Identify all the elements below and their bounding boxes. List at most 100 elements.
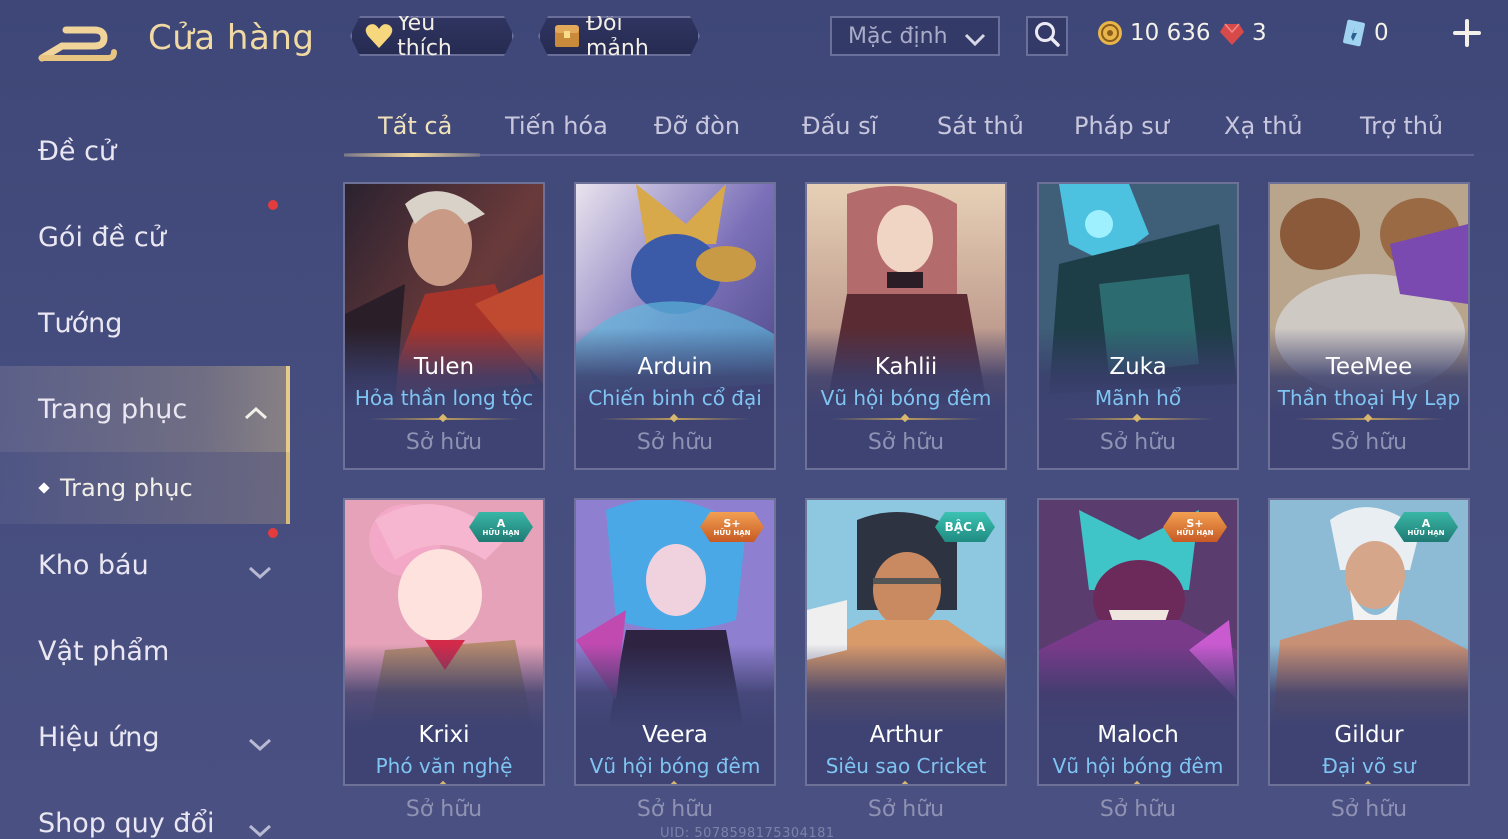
sort-value: Mặc định bbox=[848, 23, 948, 49]
card-divider bbox=[600, 418, 750, 420]
hero-name: Kahlii bbox=[874, 354, 938, 380]
voucher-card-icon bbox=[1340, 19, 1368, 47]
skin-name: Vũ hội bóng đêm bbox=[1052, 754, 1224, 778]
owned-status: Sở hữu bbox=[405, 430, 483, 455]
sidebar-item-effects[interactable]: Hiệu ứng bbox=[0, 694, 290, 780]
hero-name: Veera bbox=[642, 722, 708, 748]
page-title: Cửa hàng bbox=[148, 18, 315, 58]
search-button[interactable] bbox=[1026, 16, 1068, 56]
ruby-amount: 3 bbox=[1252, 20, 1267, 46]
skin-name: Vũ hội bóng đêm bbox=[820, 386, 992, 410]
card-divider bbox=[1063, 785, 1213, 786]
sidebar-item-label: Tướng bbox=[38, 307, 123, 339]
chevron-down-icon bbox=[248, 556, 272, 587]
rank-badge: BẬC A bbox=[935, 512, 995, 542]
hero-name: Maloch bbox=[1097, 722, 1179, 748]
gold-coin-icon bbox=[1096, 19, 1124, 47]
skin-card[interactable]: A HỮU HẠN Krixi Phó văn nghệ bbox=[343, 498, 545, 786]
hero-name: Arduin bbox=[637, 354, 713, 380]
sidebar-item-bundles[interactable]: Gói đề cử bbox=[0, 194, 290, 280]
card-divider bbox=[1063, 418, 1213, 420]
skin-name: Mãnh hổ bbox=[1094, 386, 1182, 410]
sidebar: Đề cử Gói đề cử Tướng Trang phục Trang p… bbox=[0, 100, 292, 839]
sidebar-item-label: Kho báu bbox=[38, 549, 149, 581]
tab-evolution[interactable]: Tiến hóa bbox=[505, 112, 608, 140]
owned-status: Sở hữu bbox=[1330, 430, 1408, 455]
skin-name: Chiến binh cổ đại bbox=[588, 386, 762, 410]
heart-icon bbox=[364, 21, 393, 51]
sidebar-subitem-label: Trang phục bbox=[60, 474, 193, 502]
tab-assassin[interactable]: Sát thủ bbox=[937, 112, 1024, 140]
sidebar-item-skins[interactable]: Trang phục bbox=[0, 366, 290, 452]
favorites-button[interactable]: Yêu thích bbox=[350, 16, 514, 56]
skin-card[interactable]: S+ HỮU HẠN Maloch Vũ hội bóng đêm bbox=[1037, 498, 1239, 786]
exchange-fragments-button[interactable]: Đổi mảnh bbox=[538, 16, 700, 56]
tab-marksman[interactable]: Xạ thủ bbox=[1224, 112, 1303, 140]
tab-tank[interactable]: Đỡ đòn bbox=[654, 112, 740, 140]
add-currency-icon[interactable] bbox=[1452, 18, 1482, 48]
back-arrow-icon[interactable] bbox=[38, 22, 118, 62]
chevron-down-icon bbox=[964, 28, 986, 53]
chevron-up-icon bbox=[244, 396, 268, 427]
skin-name: Thần thoại Hy Lạp bbox=[1277, 386, 1461, 410]
tab-fighter[interactable]: Đấu sĩ bbox=[802, 112, 877, 140]
search-icon bbox=[1033, 20, 1061, 52]
sidebar-item-label: Vật phẩm bbox=[38, 635, 170, 667]
exchange-label: Đổi mảnh bbox=[586, 11, 649, 61]
card-divider bbox=[831, 418, 981, 420]
card-divider bbox=[369, 418, 519, 420]
sidebar-item-label: Gói đề cử bbox=[38, 221, 166, 253]
tab-support[interactable]: Trợ thủ bbox=[1360, 112, 1443, 140]
sidebar-item-treasure[interactable]: Kho báu bbox=[0, 522, 290, 608]
ruby-balance: 3 bbox=[1218, 16, 1267, 50]
role-tabs: Tất cả Tiến hóa Đỡ đòn Đấu sĩ Sát thủ Ph… bbox=[344, 100, 1474, 157]
owned-status: Sở hữu bbox=[1099, 797, 1177, 822]
rank-badge: A HỮU HẠN bbox=[469, 512, 533, 542]
sidebar-subitem-skins[interactable]: Trang phục bbox=[0, 452, 290, 524]
owned-status: Sở hữu bbox=[636, 430, 714, 455]
gold-amount: 10 636 bbox=[1130, 20, 1211, 46]
hero-name: TeeMee bbox=[1325, 354, 1413, 380]
ruby-icon bbox=[1218, 19, 1246, 47]
skin-card[interactable]: Kahlii Vũ hội bóng đêm Sở hữu bbox=[805, 182, 1007, 470]
owned-status: Sở hữu bbox=[1330, 797, 1408, 822]
skin-card[interactable]: Zuka Mãnh hổ Sở hữu bbox=[1037, 182, 1239, 470]
uid-watermark: UID: 5078598175304181 bbox=[660, 826, 835, 839]
tab-all[interactable]: Tất cả bbox=[378, 112, 452, 140]
card-divider bbox=[1294, 785, 1444, 786]
card-divider bbox=[600, 785, 750, 786]
card-divider bbox=[1294, 418, 1444, 420]
sidebar-item-exchange-shop[interactable]: Shop quy đổi bbox=[0, 780, 290, 839]
notification-dot bbox=[268, 200, 278, 210]
skin-card[interactable]: Arduin Chiến binh cổ đại Sở hữu bbox=[574, 182, 776, 470]
hero-name: Zuka bbox=[1109, 354, 1167, 380]
skin-card[interactable]: TeeMee Thần thoại Hy Lạp Sở hữu bbox=[1268, 182, 1470, 470]
voucher-balance: 0 bbox=[1340, 16, 1389, 50]
owned-status: Sở hữu bbox=[1099, 430, 1177, 455]
skin-card[interactable]: S+ HỮU HẠN Veera Vũ hội bóng đêm bbox=[574, 498, 776, 786]
sidebar-item-featured[interactable]: Đề cử bbox=[0, 108, 290, 194]
owned-status: Sở hữu bbox=[405, 797, 483, 822]
sidebar-item-items[interactable]: Vật phẩm bbox=[0, 608, 290, 694]
rank-badge: A HỮU HẠN bbox=[1394, 512, 1458, 542]
sidebar-item-label: Shop quy đổi bbox=[38, 807, 215, 839]
sidebar-item-label: Trang phục bbox=[38, 393, 188, 425]
hero-name: Gildur bbox=[1334, 722, 1404, 748]
chevron-down-icon bbox=[248, 814, 272, 839]
skin-name: Vũ hội bóng đêm bbox=[589, 754, 761, 778]
sort-dropdown[interactable]: Mặc định bbox=[830, 16, 1000, 56]
skin-name: Phó văn nghệ bbox=[375, 754, 513, 778]
skin-card[interactable]: BẬC A Arthur Siêu sao Cricket bbox=[805, 498, 1007, 786]
favorites-label: Yêu thích bbox=[397, 11, 452, 61]
notification-dot bbox=[268, 528, 278, 538]
gold-balance: 10 636 bbox=[1096, 16, 1210, 50]
owned-status: Sở hữu bbox=[867, 430, 945, 455]
card-divider bbox=[369, 785, 519, 786]
sidebar-item-heroes[interactable]: Tướng bbox=[0, 280, 290, 366]
card-divider bbox=[831, 785, 981, 786]
skin-card[interactable]: A HỮU HẠN Gildur Đại võ sư bbox=[1268, 498, 1470, 786]
tab-mage[interactable]: Pháp sư bbox=[1074, 112, 1169, 140]
skin-card[interactable]: Tulen Hỏa thần long tộc Sở hữu bbox=[343, 182, 545, 470]
active-tab-indicator bbox=[344, 153, 480, 157]
rank-badge: S+ HỮU HẠN bbox=[1163, 512, 1227, 542]
